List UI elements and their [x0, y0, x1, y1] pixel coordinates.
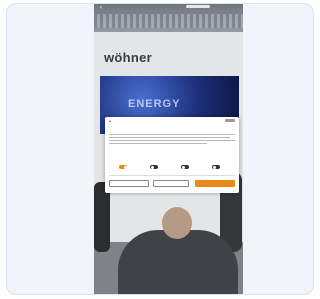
status-bar: [186, 5, 210, 8]
dialog-logo-icon: ◆: [109, 120, 111, 123]
toggle-switch[interactable]: [181, 165, 189, 169]
consent-toggle-4[interactable]: [208, 160, 230, 172]
visitor-foreground-head: [162, 207, 192, 239]
reject-cookies-button[interactable]: [153, 180, 189, 187]
consent-toggle-1[interactable]: [115, 160, 137, 172]
consent-toggle-group: [115, 160, 231, 172]
ceiling-truss: [94, 14, 243, 28]
cookie-settings-button[interactable]: [109, 180, 149, 187]
booth-brand-logo: wöhner: [104, 50, 153, 65]
toggle-switch[interactable]: [119, 165, 127, 169]
dialog-button-row: [109, 180, 235, 188]
dialog-divider: [109, 175, 235, 176]
media-card: wöhner ENERGY ‹ ◆: [6, 3, 314, 295]
accept-cookies-button[interactable]: [195, 180, 235, 187]
display-screen-text: ENERGY: [128, 98, 181, 110]
visitor-foreground-body: [118, 230, 238, 294]
dialog-close-button[interactable]: [225, 119, 235, 122]
consent-toggle-3[interactable]: [177, 160, 199, 172]
toggle-switch[interactable]: [212, 165, 220, 169]
back-icon[interactable]: ‹: [100, 5, 102, 11]
cookie-consent-dialog: ◆: [105, 117, 239, 193]
consent-toggle-2[interactable]: [146, 160, 168, 172]
toggle-switch[interactable]: [150, 165, 158, 169]
dialog-body-text: [109, 134, 235, 148]
